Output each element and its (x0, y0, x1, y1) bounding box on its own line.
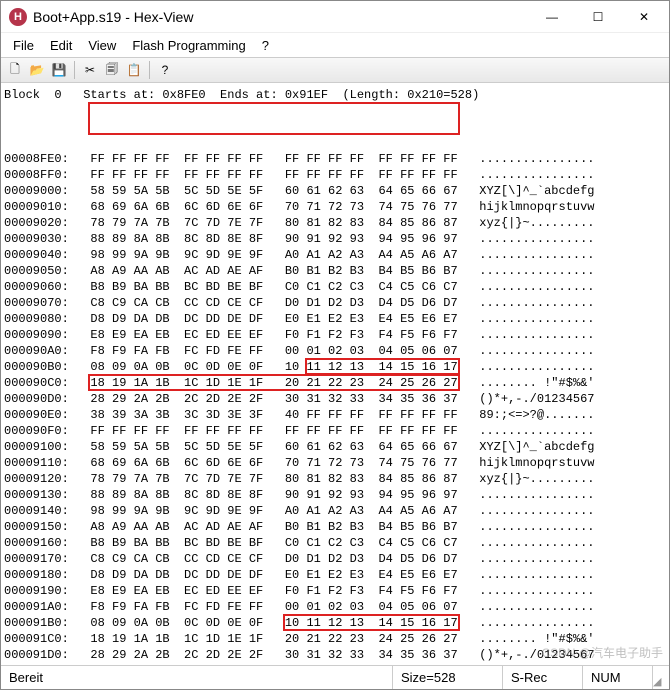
menu-view[interactable]: View (82, 36, 122, 55)
open-button[interactable]: 📂 (27, 60, 47, 80)
hex-row[interactable]: 000090C0: 18 19 1A 1B 1C 1D 1E 1F 20 21 … (4, 375, 666, 391)
copy-button[interactable]: 🗐 (102, 60, 122, 80)
hex-row[interactable]: 00009150: A8 A9 AA AB AC AD AE AF B0 B1 … (4, 519, 666, 535)
hex-row[interactable]: 000090B0: 08 09 0A 0B 0C 0D 0E 0F 10 11 … (4, 359, 666, 375)
hex-row[interactable]: 00009010: 68 69 6A 6B 6C 6D 6E 6F 70 71 … (4, 199, 666, 215)
hex-row[interactable]: 000091C0: 18 19 1A 1B 1C 1D 1E 1F 20 21 … (4, 631, 666, 647)
new-button[interactable]: 🗋 (5, 60, 25, 80)
hex-rows: 00008FE0: FF FF FF FF FF FF FF FF FF FF … (4, 151, 666, 665)
cut-button[interactable]: ✂ (80, 60, 100, 80)
hex-row[interactable]: 00009100: 58 59 5A 5B 5C 5D 5E 5F 60 61 … (4, 439, 666, 455)
hex-row[interactable]: 00009170: C8 C9 CA CB CC CD CE CF D0 D1 … (4, 551, 666, 567)
status-ready: Bereit (1, 666, 393, 689)
hex-row[interactable]: 00009040: 98 99 9A 9B 9C 9D 9E 9F A0 A1 … (4, 247, 666, 263)
app-icon: H (9, 8, 27, 26)
hex-row[interactable]: 00009130: 88 89 8A 8B 8C 8D 8E 8F 90 91 … (4, 487, 666, 503)
cut-icon: ✂ (85, 63, 95, 77)
status-format: S-Rec (503, 666, 583, 689)
hex-row[interactable]: 00009090: E8 E9 EA EB EC ED EE EF F0 F1 … (4, 327, 666, 343)
hex-row[interactable]: 00009140: 98 99 9A 9B 9C 9D 9E 9F A0 A1 … (4, 503, 666, 519)
hex-row[interactable]: 000090F0: FF FF FF FF FF FF FF FF FF FF … (4, 423, 666, 439)
hex-row[interactable]: 000090A0: F8 F9 FA FB FC FD FE FF 00 01 … (4, 343, 666, 359)
menu-flash[interactable]: Flash Programming (126, 36, 251, 55)
block-header: Block 0 Starts at: 0x8FE0 Ends at: 0x91E… (4, 87, 666, 103)
hex-row[interactable]: 00009000: 58 59 5A 5B 5C 5D 5E 5F 60 61 … (4, 183, 666, 199)
hex-row[interactable]: 00009020: 78 79 7A 7B 7C 7D 7E 7F 80 81 … (4, 215, 666, 231)
hex-row[interactable]: 00008FF0: FF FF FF FF FF FF FF FF FF FF … (4, 167, 666, 183)
menu-help[interactable]: ? (256, 36, 275, 55)
hex-row[interactable]: 000091A0: F8 F9 FA FB FC FD FE FF 00 01 … (4, 599, 666, 615)
hex-row[interactable]: 000091E0: 38 39 3A 3B 3C 3D 3E 3F FF FF … (4, 663, 666, 665)
hex-row[interactable]: 00009050: A8 A9 AA AB AC AD AE AF B0 B1 … (4, 263, 666, 279)
hex-row[interactable]: 00009190: E8 E9 EA EB EC ED EE EF F0 F1 … (4, 583, 666, 599)
hex-row[interactable]: 00009060: B8 B9 BA BB BC BD BE BF C0 C1 … (4, 279, 666, 295)
new-icon: 🗋 (10, 60, 20, 81)
hex-row[interactable]: 00009120: 78 79 7A 7B 7C 7D 7E 7F 80 81 … (4, 471, 666, 487)
toolbar: 🗋 📂 💾 ✂ 🗐 📋 ? (1, 57, 669, 83)
hex-row[interactable]: 00009070: C8 C9 CA CB CC CD CE CF D0 D1 … (4, 295, 666, 311)
hex-row[interactable]: 000090E0: 38 39 3A 3B 3C 3D 3E 3F 40 FF … (4, 407, 666, 423)
toolbar-separator (149, 61, 150, 79)
save-icon: 💾 (52, 63, 67, 77)
paste-icon: 📋 (127, 63, 142, 77)
window-title: Boot+App.s19 - Hex-View (33, 9, 193, 25)
hex-row[interactable]: 00009160: B8 B9 BA BB BC BD BE BF C0 C1 … (4, 535, 666, 551)
toolbar-separator (74, 61, 75, 79)
status-numlock: NUM (583, 666, 653, 689)
hex-row[interactable]: 00009080: D8 D9 DA DB DC DD DE DF E0 E1 … (4, 311, 666, 327)
highlight-box-1 (88, 102, 459, 135)
menu-edit[interactable]: Edit (44, 36, 78, 55)
statusbar: Bereit Size=528 S-Rec NUM ◢ (1, 665, 669, 689)
save-button[interactable]: 💾 (49, 60, 69, 80)
help-button[interactable]: ? (155, 60, 175, 80)
close-button[interactable]: ✕ (621, 2, 667, 32)
paste-button[interactable]: 📋 (124, 60, 144, 80)
help-icon: ? (162, 63, 169, 77)
hex-row[interactable]: 000091B0: 08 09 0A 0B 0C 0D 0E 0F 10 11 … (4, 615, 666, 631)
hex-row[interactable]: 000091D0: 28 29 2A 2B 2C 2D 2E 2F 30 31 … (4, 647, 666, 663)
menubar: File Edit View Flash Programming ? (1, 33, 669, 57)
resize-grip-icon[interactable]: ◢ (653, 675, 669, 689)
hex-dump-area[interactable]: Block 0 Starts at: 0x8FE0 Ends at: 0x91E… (1, 83, 669, 665)
status-size: Size=528 (393, 666, 503, 689)
copy-icon: 🗐 (106, 60, 118, 81)
maximize-button[interactable]: ☐ (575, 2, 621, 32)
hex-row[interactable]: 00008FE0: FF FF FF FF FF FF FF FF FF FF … (4, 151, 666, 167)
open-icon: 📂 (30, 63, 45, 77)
titlebar: H Boot+App.s19 - Hex-View — ☐ ✕ (1, 1, 669, 33)
minimize-button[interactable]: — (529, 2, 575, 32)
hex-row[interactable]: 00009180: D8 D9 DA DB DC DD DE DF E0 E1 … (4, 567, 666, 583)
hex-row[interactable]: 000090D0: 28 29 2A 2B 2C 2D 2E 2F 30 31 … (4, 391, 666, 407)
hex-row[interactable]: 00009110: 68 69 6A 6B 6C 6D 6E 6F 70 71 … (4, 455, 666, 471)
menu-file[interactable]: File (7, 36, 40, 55)
hex-row[interactable]: 00009030: 88 89 8A 8B 8C 8D 8E 8F 90 91 … (4, 231, 666, 247)
